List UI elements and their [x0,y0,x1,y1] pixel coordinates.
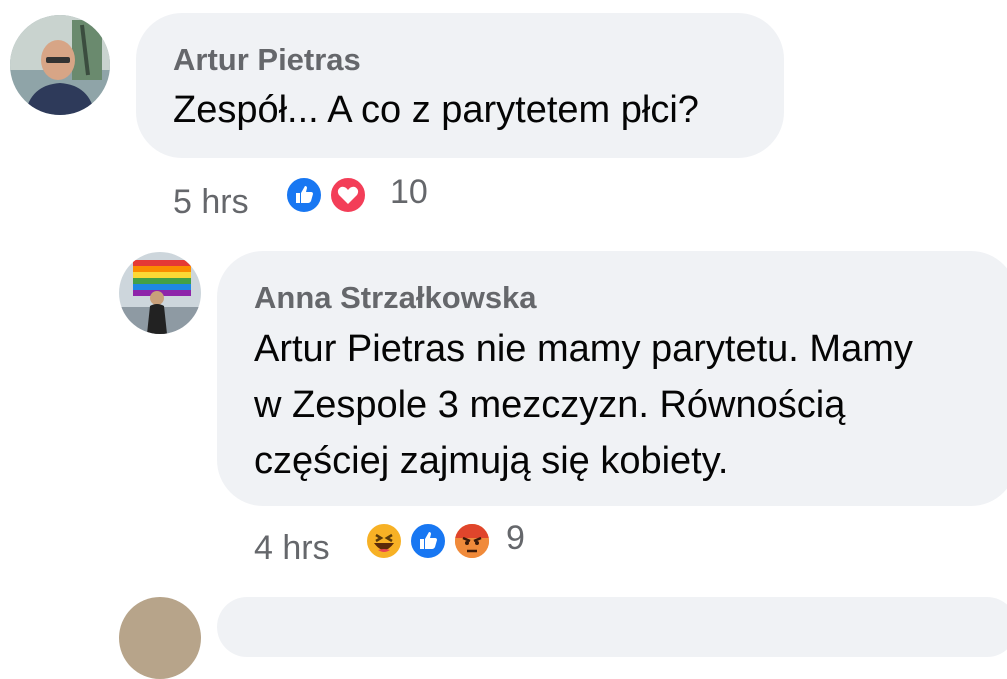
angry-icon [452,521,492,561]
like-icon [284,175,324,215]
reaction-count-artur[interactable]: 10 [390,173,428,212]
comment-time-artur[interactable]: 5 hrs [173,183,249,222]
comment-author-artur[interactable]: Artur Pietras [173,42,361,78]
comment-author-anna[interactable]: Anna Strzałkowska [254,280,537,316]
avatar-artur[interactable] [10,15,110,115]
comment-text-line: częściej zajmują się kobiety. [254,440,729,482]
comment-time-anna[interactable]: 4 hrs [254,529,330,568]
comment-text-line: w Zespole 3 mezczyzn. Równością [254,384,846,426]
comment-bubble-next[interactable] [217,597,1007,657]
comment-text-line: Artur Pietras nie mamy parytetu. Mamy [254,328,913,370]
like-icon [408,521,448,561]
love-icon [328,175,368,215]
haha-icon [364,521,404,561]
avatar-next[interactable] [119,597,201,679]
comment-text-artur: Zespół... A co z parytetem płci? [173,89,699,131]
reaction-count-anna[interactable]: 9 [506,519,525,558]
avatar-anna[interactable] [119,252,201,334]
